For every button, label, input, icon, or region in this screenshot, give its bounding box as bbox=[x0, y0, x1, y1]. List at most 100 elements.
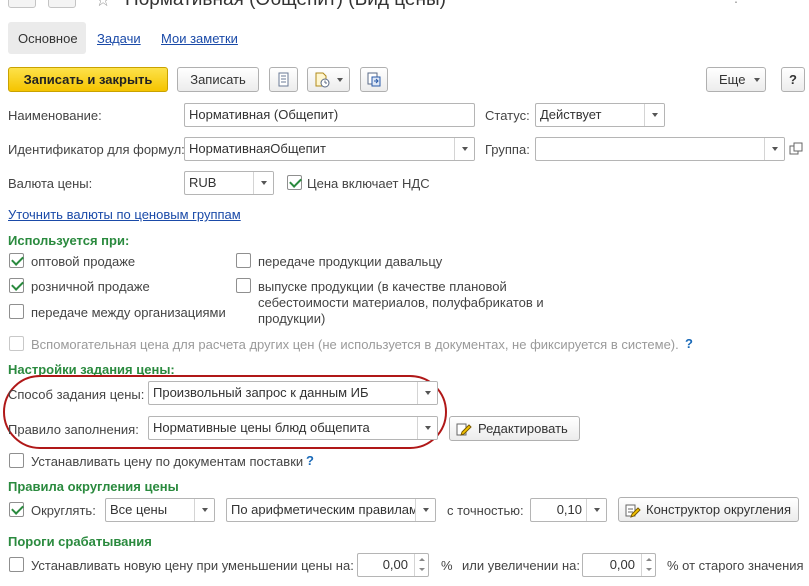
group-dropdown-icon[interactable] bbox=[764, 138, 784, 160]
edit-pencil-icon bbox=[456, 423, 472, 436]
round-scope-select[interactable]: Все цены bbox=[105, 498, 215, 522]
related-documents-button[interactable] bbox=[360, 67, 388, 92]
chevron-down-icon bbox=[754, 78, 760, 82]
retail-checkbox[interactable] bbox=[9, 278, 24, 293]
currency-select[interactable]: RUB bbox=[184, 171, 274, 195]
set-by-docs-checkbox[interactable] bbox=[9, 453, 24, 468]
increase-value: 0,00 bbox=[609, 557, 635, 572]
tolling-checkbox[interactable] bbox=[236, 253, 251, 268]
interorg-label: передаче между организациями bbox=[31, 305, 226, 320]
increase-input[interactable]: 0,00 bbox=[582, 553, 656, 577]
formula-id-input-value: НормативнаяОбщепит bbox=[189, 141, 326, 156]
name-input[interactable]: Нормативная (Общепит) bbox=[184, 103, 475, 127]
formula-id-label: Идентификатор для формул: bbox=[8, 142, 185, 157]
percent-sign: % bbox=[441, 558, 453, 573]
open-group-icon[interactable] bbox=[789, 142, 803, 156]
formula-id-input[interactable]: НормативнаяОбщепит bbox=[184, 137, 475, 161]
auxiliary-help-icon[interactable]: ? bbox=[685, 336, 693, 352]
production-label: выпуске продукции (в качестве плановой bbox=[258, 279, 507, 294]
method-select-value: Произвольный запрос к данным ИБ bbox=[153, 385, 369, 400]
rule-select[interactable]: Нормативные цены блюд общепита bbox=[148, 416, 438, 440]
round-method-select[interactable]: По арифметическим правилам bbox=[226, 498, 436, 522]
currency-dropdown-icon[interactable] bbox=[253, 172, 273, 194]
wholesale-label: оптовой продаже bbox=[31, 254, 136, 269]
constructor-icon bbox=[625, 504, 641, 518]
method-label: Способ задания цены: bbox=[8, 387, 145, 402]
round-method-dropdown-icon[interactable] bbox=[415, 499, 435, 521]
decrease-input[interactable]: 0,00 bbox=[357, 553, 429, 577]
create-based-on-button[interactable] bbox=[307, 67, 350, 92]
save-and-close-button[interactable]: Записать и закрыть bbox=[8, 67, 168, 92]
thresholds-header: Пороги срабатывания bbox=[8, 534, 152, 549]
round-scope-value: Все цены bbox=[110, 502, 168, 517]
precision-select[interactable]: 0,10 bbox=[530, 498, 607, 522]
status-select-value: Действует bbox=[540, 107, 602, 122]
window-menu-icon[interactable]: ⋮ bbox=[730, 0, 742, 4]
document-list-icon bbox=[278, 72, 289, 87]
round-label: Округлять: bbox=[31, 503, 96, 518]
round-method-value: По арифметическим правилам bbox=[231, 502, 418, 517]
retail-label: розничной продаже bbox=[31, 279, 150, 294]
increase-spinner[interactable] bbox=[641, 554, 655, 576]
old-value-label: % от старого значения bbox=[667, 558, 804, 573]
favorite-star-icon[interactable]: ☆ bbox=[95, 0, 111, 9]
currency-select-value: RUB bbox=[189, 175, 217, 190]
vat-checkbox[interactable] bbox=[287, 175, 302, 190]
method-select[interactable]: Произвольный запрос к данным ИБ bbox=[148, 381, 438, 405]
new-price-label: Устанавливать новую цену при уменьшении … bbox=[31, 558, 354, 573]
precision-label: с точностью: bbox=[447, 503, 524, 518]
tab-tasks[interactable]: Задачи bbox=[97, 31, 141, 47]
window-title: Нормативная (Общепит) (Вид цены) bbox=[125, 0, 446, 10]
title-bar: ☆ Нормативная (Общепит) (Вид цены) ⋮ bbox=[0, 0, 809, 10]
forward-button[interactable] bbox=[48, 0, 76, 8]
name-input-value: Нормативная (Общепит) bbox=[189, 107, 339, 122]
rounding-header: Правила округления цены bbox=[8, 479, 179, 494]
rule-select-value: Нормативные цены блюд общепита bbox=[153, 420, 370, 435]
help-button[interactable]: ? bbox=[781, 67, 805, 92]
precision-value: 0,10 bbox=[556, 502, 582, 517]
auxiliary-label: Вспомогательная цена для расчета других … bbox=[31, 337, 679, 352]
formula-id-dropdown-icon[interactable] bbox=[454, 138, 474, 160]
auxiliary-checkbox[interactable] bbox=[9, 336, 24, 351]
back-button[interactable] bbox=[8, 0, 36, 8]
precision-dropdown-icon[interactable] bbox=[586, 499, 606, 521]
method-dropdown-icon[interactable] bbox=[417, 382, 437, 404]
refine-currency-link[interactable]: Уточнить валюты по ценовым группам bbox=[8, 207, 241, 223]
group-label: Группа: bbox=[485, 142, 530, 157]
round-scope-dropdown-icon[interactable] bbox=[194, 499, 214, 521]
document-clock-icon bbox=[315, 72, 343, 88]
more-button-label: Еще bbox=[719, 72, 746, 87]
interorg-checkbox[interactable] bbox=[9, 304, 24, 319]
document-structure-icon bbox=[367, 72, 381, 87]
more-button[interactable]: Еще bbox=[706, 67, 766, 92]
rounding-constructor-label: Конструктор округления bbox=[646, 502, 791, 517]
vat-label: Цена включает НДС bbox=[307, 176, 430, 191]
new-price-checkbox[interactable] bbox=[9, 557, 24, 572]
edit-button[interactable]: Редактировать bbox=[449, 416, 580, 441]
increase-label: или увеличении на: bbox=[462, 558, 580, 573]
currency-label: Валюта цены: bbox=[8, 176, 93, 191]
rule-dropdown-icon[interactable] bbox=[417, 417, 437, 439]
tab-my-notes[interactable]: Мои заметки bbox=[161, 31, 238, 47]
production-checkbox[interactable] bbox=[236, 278, 251, 293]
usage-header: Используется при: bbox=[8, 233, 130, 248]
set-by-docs-help-icon[interactable]: ? bbox=[306, 453, 314, 469]
round-checkbox[interactable] bbox=[9, 502, 24, 517]
decrease-spinner[interactable] bbox=[414, 554, 428, 576]
rounding-constructor-button[interactable]: Конструктор округления bbox=[618, 497, 799, 522]
rule-label: Правило заполнения: bbox=[8, 422, 139, 437]
group-select[interactable] bbox=[535, 137, 785, 161]
save-button[interactable]: Записать bbox=[177, 67, 259, 92]
tolling-label: передаче продукции давальцу bbox=[258, 254, 443, 269]
set-by-docs-label: Устанавливать цену по документам поставк… bbox=[31, 454, 304, 469]
status-label: Статус: bbox=[485, 108, 530, 123]
production-label-line2: себестоимости материалов, полуфабрикатов… bbox=[258, 295, 544, 310]
wholesale-checkbox[interactable] bbox=[9, 253, 24, 268]
status-select[interactable]: Действует bbox=[535, 103, 665, 127]
edit-button-label: Редактировать bbox=[478, 421, 568, 436]
name-label: Наименование: bbox=[8, 108, 102, 123]
report-button[interactable] bbox=[269, 67, 298, 92]
tab-main[interactable]: Основное bbox=[8, 22, 86, 54]
decrease-value: 0,00 bbox=[382, 557, 408, 572]
status-dropdown-icon[interactable] bbox=[644, 104, 664, 126]
